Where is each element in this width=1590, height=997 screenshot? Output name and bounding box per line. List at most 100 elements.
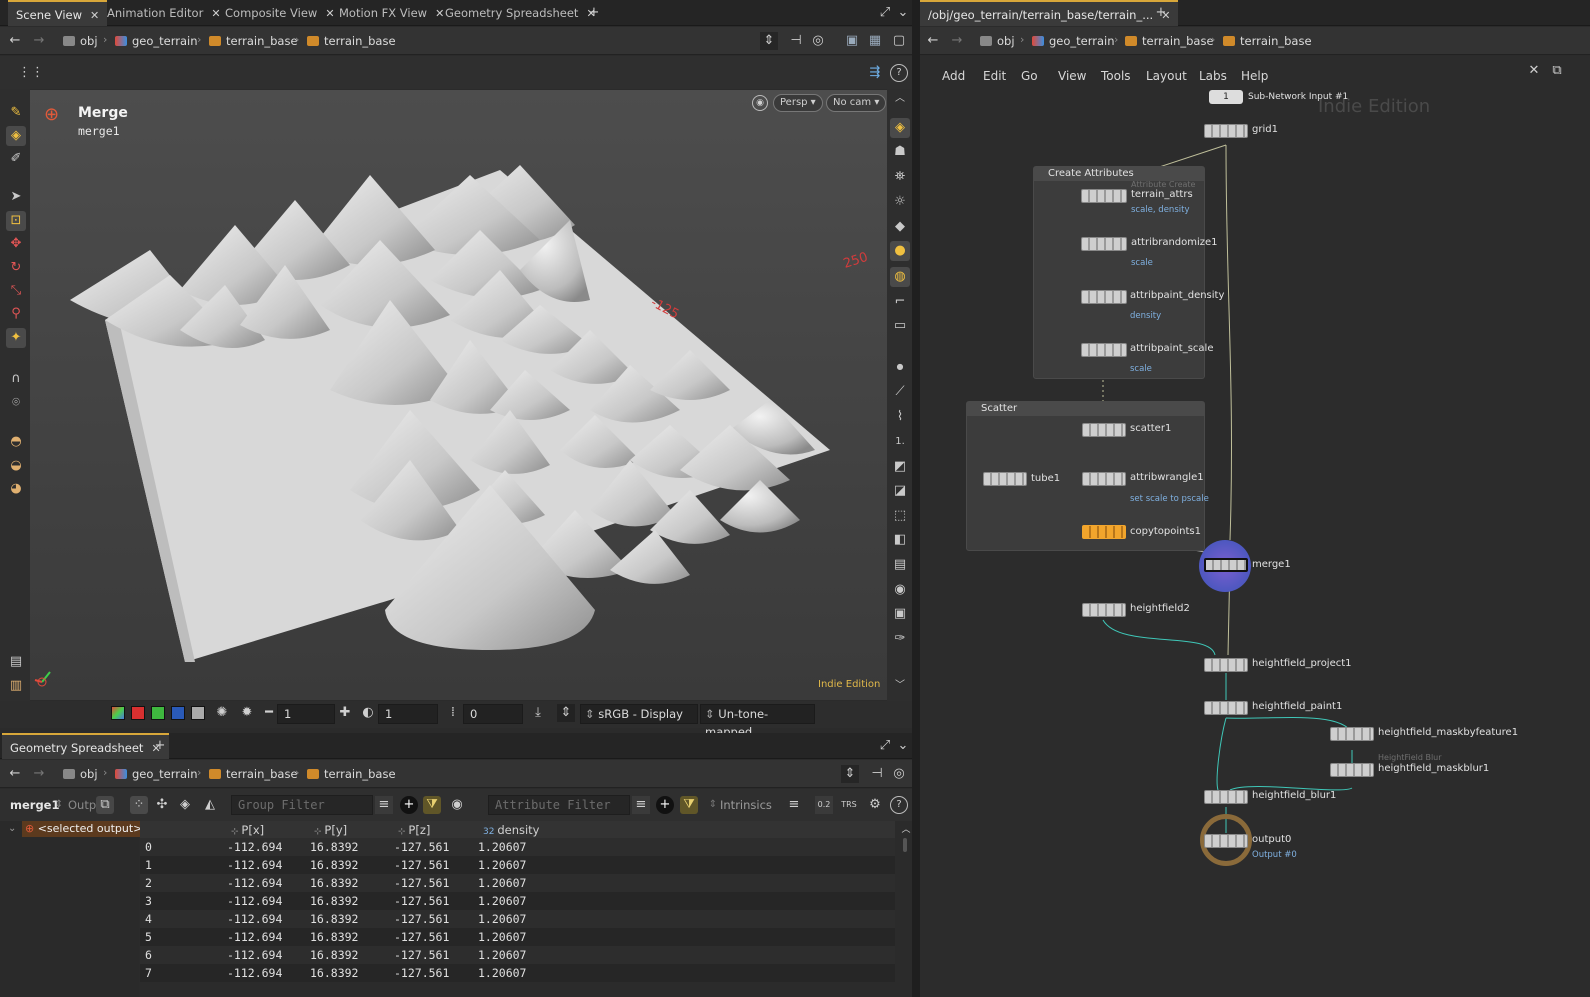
points-mode-icon[interactable]: ⁘: [130, 796, 148, 814]
heightfield-blur1-node[interactable]: [1204, 790, 1248, 804]
back-arrow-icon[interactable]: ←: [6, 32, 24, 50]
grid1-node[interactable]: [1204, 124, 1248, 138]
tonemap-dropdown[interactable]: ⇕ Un-tone-mapped: [700, 704, 815, 739]
edge-icon[interactable]: ⟋: [890, 382, 910, 402]
pin-icon[interactable]: ⊣: [787, 32, 805, 50]
collapse-up-icon[interactable]: ︿: [890, 89, 910, 109]
blue-channel-button[interactable]: [171, 706, 185, 720]
visibility-icon[interactable]: ◉: [448, 796, 466, 814]
menu-edit[interactable]: Edit: [983, 68, 1006, 84]
heightfield2-node[interactable]: [1082, 603, 1126, 617]
render-sphere-icon[interactable]: ◍: [890, 267, 910, 287]
crumb-terrain-base-2[interactable]: terrain_base: [307, 766, 396, 782]
target-icon[interactable]: ◎: [809, 32, 827, 50]
attribute-filter-icon[interactable]: ⧩: [680, 796, 698, 814]
persp-dropdown[interactable]: Persp ▾: [773, 94, 823, 112]
magnet-icon[interactable]: ∩: [6, 369, 26, 389]
menu-view[interactable]: View: [1058, 68, 1086, 84]
back-arrow-icon[interactable]: ←: [6, 765, 24, 783]
tab-geometry-spreadsheet[interactable]: Geometry Spreadsheet ✕: [437, 0, 604, 26]
alpha-channel-button[interactable]: [191, 706, 205, 720]
menu-layout[interactable]: Layout: [1146, 68, 1187, 84]
offset-field[interactable]: 0: [463, 704, 523, 724]
tree-expand-icon[interactable]: ⌄: [8, 823, 16, 834]
crumb-obj[interactable]: obj: [63, 766, 98, 782]
scene-viewport[interactable]: -125 250 ⊕ Merge merge1 ◉ Persp ▾ No cam…: [30, 90, 887, 700]
menu-tools[interactable]: Tools: [1101, 68, 1131, 84]
add-tab-icon[interactable]: +: [1152, 4, 1170, 22]
path-dropdown-icon[interactable]: ⇕: [841, 765, 859, 783]
menu-go[interactable]: Go: [1021, 68, 1038, 84]
camera-dropdown[interactable]: No cam ▾: [826, 94, 887, 112]
hmd-icon[interactable]: ▭: [890, 316, 910, 336]
minus-icon[interactable]: ━: [260, 704, 278, 722]
output-toggle-icon[interactable]: ⧉: [96, 796, 114, 814]
trs-icon[interactable]: TRS: [840, 796, 858, 814]
help-icon[interactable]: ?: [890, 796, 908, 814]
network-options-icon[interactable]: ⧉: [1548, 62, 1566, 80]
crumb-terrain-base-1[interactable]: terrain_base: [209, 766, 298, 782]
exposure-icon[interactable]: ✺: [213, 704, 231, 722]
display-options-icon[interactable]: ⇶: [866, 64, 884, 82]
colorspace-stepper[interactable]: ⇕: [557, 704, 575, 722]
column-header-py[interactable]: ⊹ P[y]: [314, 822, 347, 838]
table-row[interactable]: 6 -112.694 16.8392 -127.561 1.20607: [140, 946, 895, 964]
forward-arrow-icon[interactable]: →: [30, 765, 48, 783]
heightfield-paint1-node[interactable]: [1204, 701, 1248, 715]
crumb-geo-terrain[interactable]: geo_terrain: [1032, 33, 1115, 49]
eye-icon[interactable]: ◉: [890, 580, 910, 600]
crumb-obj[interactable]: obj: [980, 33, 1015, 49]
tab-composite-view[interactable]: Composite View ✕: [217, 0, 343, 26]
table-row[interactable]: 1 -112.694 16.8392 -127.561 1.20607: [140, 856, 895, 874]
column-header-density[interactable]: 32 density: [483, 822, 540, 838]
gain-field[interactable]: 1: [277, 704, 335, 724]
table-row[interactable]: 3 -112.694 16.8392 -127.561 1.20607: [140, 892, 895, 910]
plus-icon[interactable]: ✚: [336, 704, 354, 722]
shape-icon[interactable]: ◧: [890, 530, 910, 550]
output0-node[interactable]: [1204, 834, 1248, 848]
green-channel-button[interactable]: [151, 706, 165, 720]
scatter1-node[interactable]: [1082, 423, 1126, 437]
handle-tool-icon[interactable]: ✎: [6, 103, 26, 123]
add-group-icon[interactable]: +: [400, 796, 418, 814]
heightfield-maskbyfeature1-node[interactable]: [1330, 727, 1374, 741]
panel-icon[interactable]: ▢: [890, 32, 908, 50]
colorspace-dropdown[interactable]: ⇕ sRGB - Display: [580, 704, 698, 724]
handle-icon[interactable]: ✦: [6, 328, 26, 348]
add-tab-icon[interactable]: +: [585, 4, 603, 22]
settings-gear-icon[interactable]: ⚙: [866, 796, 884, 814]
group-menu-icon[interactable]: ≡: [375, 796, 393, 814]
headlight-icon[interactable]: ●: [890, 241, 910, 261]
wire-icon[interactable]: ⬚: [890, 506, 910, 526]
camera-tool-icon[interactable]: ◓: [6, 432, 26, 452]
back-arrow-icon[interactable]: ←: [924, 32, 942, 50]
menu-add[interactable]: Add: [942, 68, 965, 84]
crumb-terrain-base-1[interactable]: terrain_base: [1125, 33, 1214, 49]
path-dropdown-icon[interactable]: ⇕: [760, 32, 778, 50]
table-row[interactable]: 5 -112.694 16.8392 -127.561 1.20607: [140, 928, 895, 946]
group-filter-input[interactable]: Group Filter: [231, 795, 373, 815]
subnet-input-node[interactable]: 1: [1209, 90, 1243, 104]
intrinsics-label[interactable]: Intrinsics: [720, 798, 772, 812]
lock-tool-icon[interactable]: ⊡: [6, 211, 26, 231]
grid-menu-icon[interactable]: ⋮⋮: [18, 64, 44, 82]
terrain-attrs-node[interactable]: [1081, 189, 1127, 203]
add-attribute-icon[interactable]: +: [656, 796, 674, 814]
attribwrangle1-node[interactable]: [1082, 472, 1126, 486]
wrench-icon[interactable]: ✑: [890, 629, 910, 649]
brush-icon[interactable]: ⌇: [890, 407, 910, 427]
gamma-icon[interactable]: ◐: [359, 704, 377, 722]
attribpaint-scale-node[interactable]: [1081, 343, 1127, 357]
column-header-px[interactable]: ⊹ P[x]: [231, 822, 264, 838]
tab-network-path[interactable]: /obj/geo_terrain/terrain_base/terrain_..…: [920, 0, 1179, 26]
table-row[interactable]: 0 -112.694 16.8392 -127.561 1.20607: [140, 838, 895, 856]
chevron-down-icon[interactable]: ⌄: [894, 4, 912, 22]
table-row[interactable]: 7 -112.694 16.8392 -127.561 1.20607: [140, 964, 895, 982]
collapse-down-icon[interactable]: ﹀: [890, 676, 910, 696]
attribute-menu-icon[interactable]: ≡: [632, 796, 650, 814]
tube1-node[interactable]: [983, 472, 1027, 486]
node-stepper[interactable]: ⇕: [50, 796, 68, 814]
view-tool-icon[interactable]: ◈: [6, 126, 26, 146]
heightfield-project1-node[interactable]: [1204, 658, 1248, 672]
tab-scene-view[interactable]: Scene View ✕: [8, 0, 108, 26]
